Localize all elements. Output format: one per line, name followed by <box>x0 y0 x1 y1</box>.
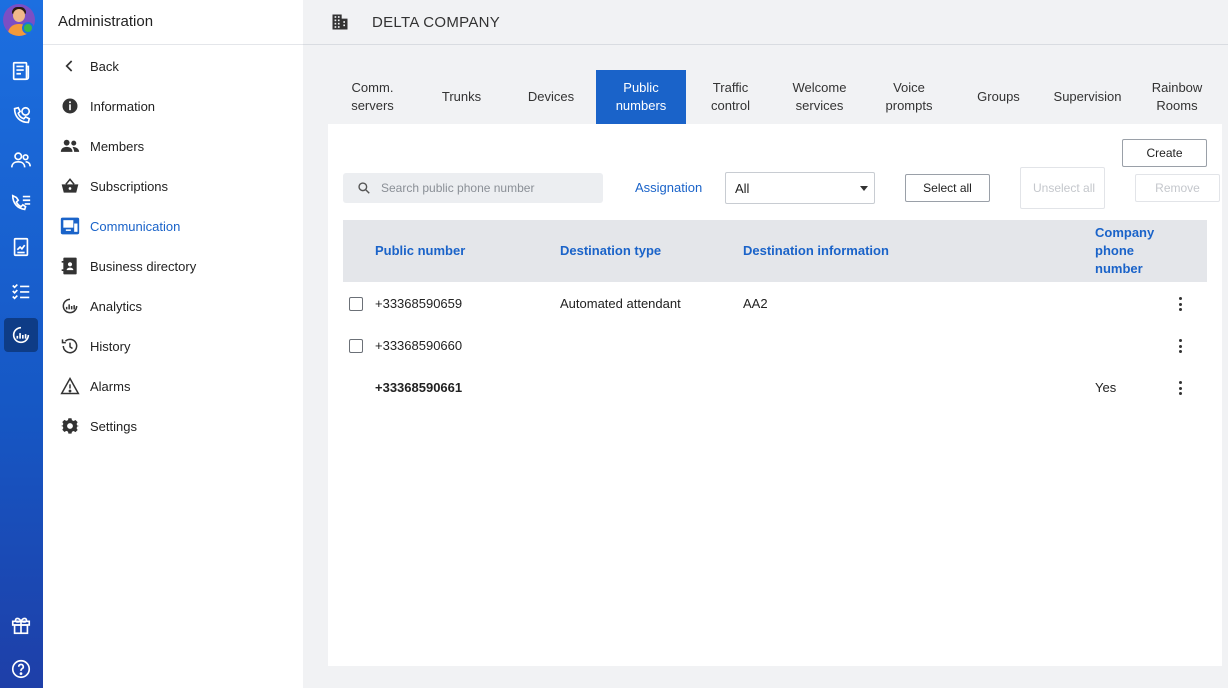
more-options-icon[interactable] <box>1175 381 1185 395</box>
tab-voice-prompts[interactable]: Voice prompts <box>864 70 954 124</box>
sidebar-item-back[interactable]: Back <box>43 46 303 86</box>
tab-bar: Comm. servers Trunks Devices Public numb… <box>328 70 1222 124</box>
people-icon <box>59 135 81 157</box>
rail-call-log-icon[interactable] <box>4 186 38 220</box>
rail-admin-icon[interactable] <box>4 318 38 352</box>
destination-type-cell: Automated attendant <box>560 296 681 311</box>
sidebar-item-label: Business directory <box>90 258 197 274</box>
table-header: Public number Destination type Destinati… <box>343 220 1207 282</box>
column-destination-type[interactable]: Destination type <box>560 242 661 260</box>
chevron-left-icon <box>59 55 81 77</box>
sidebar-item-label: Back <box>90 58 119 74</box>
assignation-value: All <box>735 180 750 196</box>
sidebar-item-business-directory[interactable]: Business directory <box>43 246 303 286</box>
tab-trunks[interactable]: Trunks <box>417 70 506 124</box>
app-rail <box>0 0 43 688</box>
contact-book-icon <box>59 255 81 277</box>
admin-sidebar: Administration Back Information Members … <box>43 0 303 688</box>
gear-icon <box>59 415 81 437</box>
tab-rainbow-rooms[interactable]: Rainbow Rooms <box>1132 70 1222 124</box>
tab-welcome-services[interactable]: Welcome services <box>775 70 864 124</box>
sidebar-item-members[interactable]: Members <box>43 126 303 166</box>
warning-icon <box>59 375 81 397</box>
remove-button[interactable]: Remove <box>1135 174 1220 202</box>
assignation-select[interactable]: All <box>725 172 875 204</box>
sidebar-item-label: Alarms <box>90 378 131 394</box>
rail-files-icon[interactable] <box>4 230 38 264</box>
rail-gift-icon[interactable] <box>4 608 38 642</box>
rail-help-icon[interactable] <box>4 652 38 686</box>
sidebar-item-alarms[interactable]: Alarms <box>43 366 303 406</box>
select-all-button[interactable]: Select all <box>905 174 990 202</box>
sidebar-item-information[interactable]: Information <box>43 86 303 126</box>
public-number-cell: +33368590659 <box>375 296 463 311</box>
page-header: DELTA COMPANY <box>303 0 1228 45</box>
more-options-icon[interactable] <box>1175 339 1185 353</box>
table-row[interactable]: +33368590659 Automated attendant AA2 <box>343 283 1207 325</box>
sidebar-item-communication[interactable]: Communication <box>43 206 303 246</box>
sidebar-title: Administration <box>43 0 303 45</box>
table-row[interactable]: +33368590660 <box>343 325 1207 367</box>
sidebar-item-label: Analytics <box>90 298 143 314</box>
tab-devices[interactable]: Devices <box>506 70 596 124</box>
sidebar-item-history[interactable]: History <box>43 326 303 366</box>
search-input[interactable] <box>381 181 601 195</box>
caret-down-icon <box>860 186 868 191</box>
sidebar-item-subscriptions[interactable]: Subscriptions <box>43 166 303 206</box>
public-number-cell: +33368590661 <box>375 380 463 395</box>
info-icon <box>59 95 81 117</box>
destination-info-cell: AA2 <box>743 296 768 311</box>
presence-status-icon <box>22 22 34 34</box>
tab-groups[interactable]: Groups <box>954 70 1043 124</box>
search-icon <box>358 182 370 194</box>
rail-contacts-icon[interactable] <box>4 143 38 177</box>
sidebar-item-label: Settings <box>90 418 137 434</box>
rail-calls-icon[interactable] <box>4 99 38 133</box>
unselect-all-button[interactable]: Unselect all <box>1020 167 1105 209</box>
search-box <box>343 173 603 203</box>
assignation-label: Assignation <box>635 180 703 195</box>
tab-supervision[interactable]: Supervision <box>1043 70 1132 124</box>
column-destination-information[interactable]: Destination information <box>743 242 889 260</box>
page-title: DELTA COMPANY <box>372 13 501 31</box>
column-company-phone-number[interactable]: Company phone number <box>1095 224 1185 278</box>
sidebar-item-label: Members <box>90 138 145 154</box>
rail-tasks-icon[interactable] <box>4 274 38 308</box>
row-checkbox[interactable] <box>349 339 363 353</box>
sidebar-item-label: Communication <box>90 218 181 234</box>
table-row[interactable]: +33368590661 Yes <box>343 367 1207 409</box>
create-button[interactable]: Create <box>1122 139 1207 167</box>
tab-public-numbers[interactable]: Public numbers <box>596 70 686 124</box>
company-number-cell: Yes <box>1095 380 1117 395</box>
rail-news-icon[interactable] <box>4 54 38 88</box>
more-options-icon[interactable] <box>1175 297 1185 311</box>
basket-icon <box>59 175 81 197</box>
communication-icon <box>59 215 81 237</box>
tab-comm-servers[interactable]: Comm. servers <box>328 70 417 124</box>
public-number-cell: +33368590660 <box>375 338 463 353</box>
row-checkbox[interactable] <box>349 297 363 311</box>
sidebar-item-analytics[interactable]: Analytics <box>43 286 303 326</box>
sidebar-item-label: Subscriptions <box>90 178 169 194</box>
tab-traffic-control[interactable]: Traffic control <box>686 70 775 124</box>
sidebar-item-label: History <box>90 338 131 354</box>
analytics-icon <box>59 295 81 317</box>
sidebar-item-settings[interactable]: Settings <box>43 406 303 446</box>
building-icon <box>332 14 348 30</box>
main-panel: Comm. servers Trunks Devices Public numb… <box>328 70 1222 666</box>
column-public-number[interactable]: Public number <box>375 242 465 260</box>
sidebar-item-label: Information <box>90 98 156 114</box>
history-icon <box>59 335 81 357</box>
